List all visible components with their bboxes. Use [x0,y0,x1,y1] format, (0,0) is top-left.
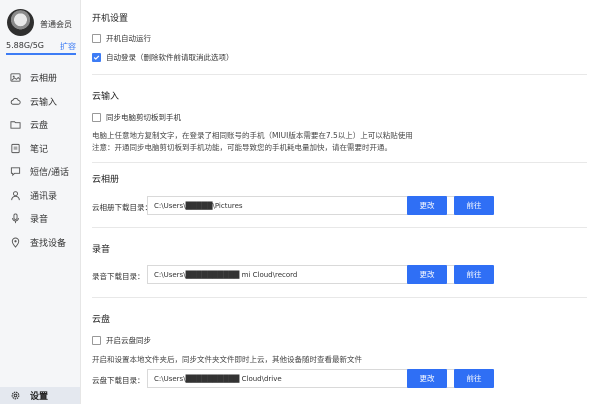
section-title-album: 云相册 [92,175,120,185]
clipboard-sync-label: 同步电脑剪切板到手机 [106,113,181,122]
storage-bar [6,53,76,55]
avatar[interactable] [7,9,34,36]
sidebar-item-recording[interactable]: 录音 [0,207,80,231]
clipboard-sync-checkbox[interactable]: 同步电脑剪切板到手机 [92,112,181,123]
sidebar-item-label: 查找设备 [30,238,67,249]
message-icon [9,166,21,178]
section-title-drive: 云盘 [92,315,111,325]
sidebar-item-label: 录音 [30,215,49,226]
drive-description: 开启和设置本地文件夹后，同步文件夹文件即时上云，其他设备随时查看最新文件 [92,355,362,364]
divider [92,297,587,298]
divider [92,74,587,75]
note-icon [9,142,21,154]
section-title-cloud-input: 云输入 [92,92,120,102]
checkbox-box[interactable] [92,113,101,122]
drive-sync-checkbox[interactable]: 开启云盘同步 [92,335,151,346]
sidebar-item-find-device[interactable]: 查找设备 [0,231,80,255]
cloud-input-notice: 注意：开通同步电脑剪切板到手机功能，可能导致您的手机耗电量加快，请在需要时开通。 [92,143,392,152]
sidebar-item-album[interactable]: 云相册 [0,66,80,90]
auto-login-checkbox[interactable]: 自动登录（删除软件前请取消此选项） [92,52,234,63]
section-title-recording: 录音 [92,245,111,255]
user-level: 普通会员 [40,20,72,29]
section-title-startup: 开机设置 [92,14,129,24]
sidebar-item-cloud-input[interactable]: 云输入 [0,90,80,114]
sidebar-item-label: 云盘 [30,121,49,132]
storage-bar-fill [6,53,76,55]
cloud-input-description: 电脑上任意地方复制文字，在登录了相同账号的手机（MIUI版本需要在7.5以上）上… [92,131,413,140]
checkmark-icon [93,55,100,60]
sidebar-item-contacts[interactable]: 通讯录 [0,184,80,208]
album-goto-button[interactable]: 前往 [454,196,494,215]
photo-album-icon [9,72,21,84]
recording-goto-button[interactable]: 前往 [454,265,494,284]
expand-storage-link[interactable]: 扩容 [60,41,76,52]
divider [92,227,587,228]
contacts-icon [9,189,21,201]
album-path-label: 云相册下载目录： [92,203,152,212]
sidebar-item-label: 设置 [30,392,49,402]
divider [92,162,587,163]
checkbox-box[interactable] [92,336,101,345]
checkbox-box[interactable] [92,53,101,62]
sidebar-item-messages[interactable]: 短信/通话 [0,160,80,184]
folder-icon [9,119,21,131]
auto-run-checkbox[interactable]: 开机自动运行 [92,33,151,44]
drive-path-label: 云盘下载目录： [92,376,145,385]
auto-run-label: 开机自动运行 [106,34,151,43]
storage-usage: 5.88G/5G [6,41,44,50]
sidebar-item-label: 通讯录 [30,191,58,202]
sidebar-nav: 云相册 云输入 云盘 笔记 短信/通话 通讯录 录音 查找设备 [0,66,80,254]
drive-sync-label: 开启云盘同步 [106,336,151,345]
drive-change-button[interactable]: 更改 [407,369,447,388]
sidebar-item-label: 云输入 [30,97,58,108]
gear-icon [9,390,21,402]
sidebar-item-label: 云相册 [30,74,58,85]
settings-panel: 开机设置 开机自动运行 自动登录（删除软件前请取消此选项） 云输入 同步电脑剪切… [82,0,600,404]
sidebar: 普通会员 5.88G/5G 扩容 云相册 云输入 云盘 笔记 短信/通话 通讯录 [0,0,81,404]
checkbox-box[interactable] [92,34,101,43]
sidebar-item-label: 笔记 [30,144,49,155]
sidebar-item-drive[interactable]: 云盘 [0,113,80,137]
sidebar-item-label: 短信/通话 [30,168,70,179]
recording-change-button[interactable]: 更改 [407,265,447,284]
location-icon [9,236,21,248]
recording-path-label: 录音下载目录： [92,272,145,281]
cloud-input-icon [9,95,21,107]
album-change-button[interactable]: 更改 [407,196,447,215]
auto-login-label: 自动登录（删除软件前请取消此选项） [106,53,234,62]
sidebar-item-notes[interactable]: 笔记 [0,137,80,161]
microphone-icon [9,213,21,225]
drive-goto-button[interactable]: 前往 [454,369,494,388]
sidebar-item-settings[interactable]: 设置 [0,387,80,404]
